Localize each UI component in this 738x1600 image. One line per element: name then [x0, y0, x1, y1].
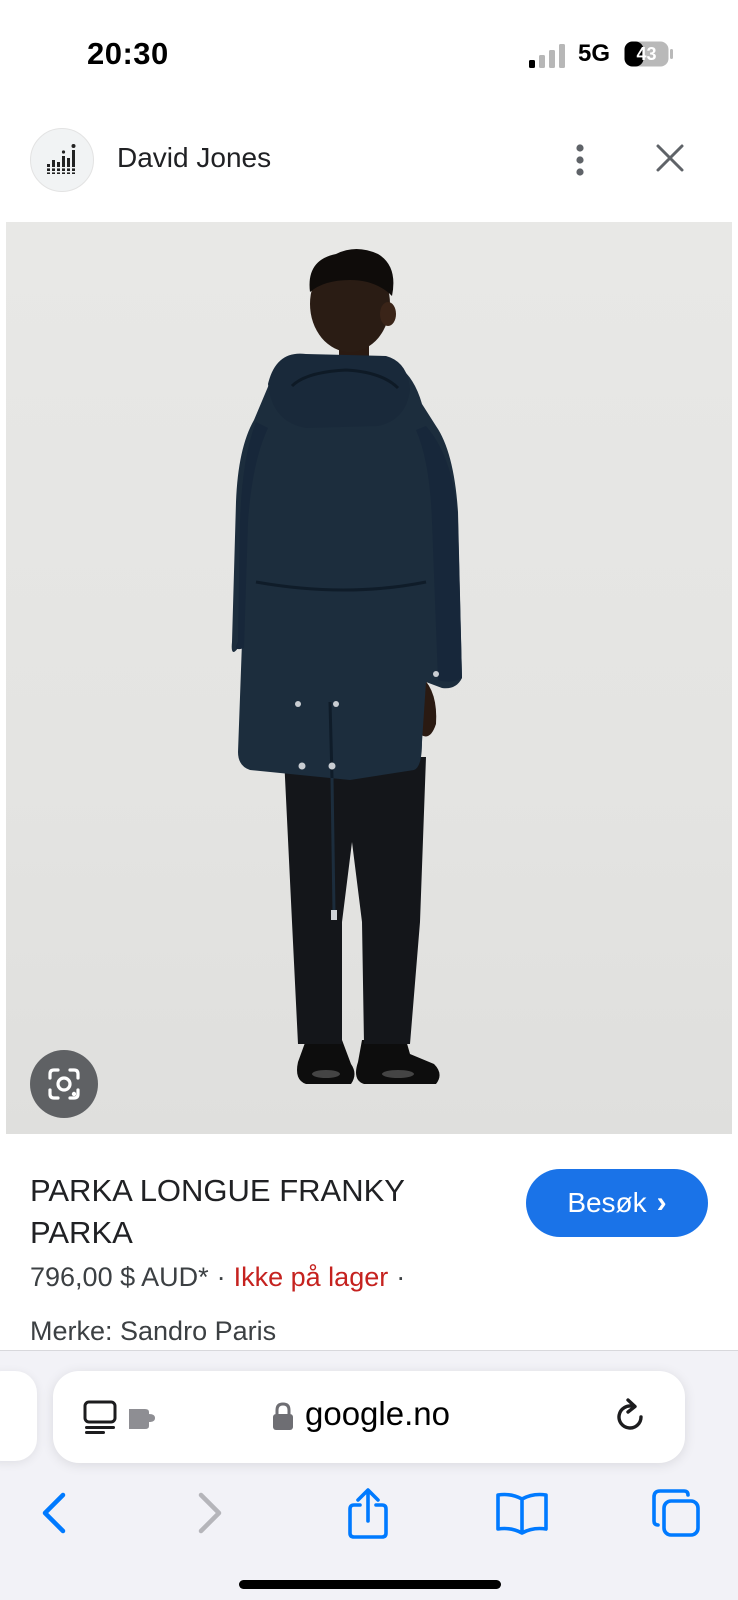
close-button[interactable] [648, 136, 692, 180]
more-options-button[interactable] [560, 132, 600, 188]
share-button[interactable] [336, 1481, 400, 1545]
david-jones-logo-icon [46, 144, 77, 174]
visit-label: Besøk [567, 1187, 647, 1218]
forward-icon [198, 1492, 222, 1534]
extension-icon [129, 1409, 155, 1429]
product-image[interactable] [6, 222, 732, 1134]
status-time: 20:30 [87, 36, 169, 71]
google-lens-button[interactable] [30, 1050, 98, 1118]
forward-button[interactable] [178, 1481, 242, 1545]
separator-dot: · [216, 1262, 226, 1292]
cellular-signal-icon [529, 44, 565, 68]
share-icon [348, 1488, 388, 1539]
site-logo[interactable] [30, 128, 94, 192]
battery-icon: 43 [624, 41, 673, 67]
battery-level: 43 [636, 44, 656, 64]
visit-button[interactable]: Besøk › [526, 1169, 708, 1237]
reload-icon[interactable] [608, 1395, 652, 1439]
status-bar: 20:30 5G 43 [0, 0, 738, 110]
more-vert-icon [576, 144, 584, 176]
site-name: David Jones [117, 142, 272, 173]
image-frame [0, 208, 738, 1148]
reader-mode-icon[interactable] [83, 1399, 163, 1435]
product-title: PARKA LONGUE FRANKY PARKA [30, 1173, 405, 1250]
parka-model-illustration [231, 249, 462, 1084]
back-button[interactable] [22, 1481, 86, 1545]
separator-dot-trailing: · [396, 1262, 406, 1292]
browser-bottom-bar: google.no [0, 1350, 738, 1600]
tabs-button[interactable] [644, 1481, 708, 1545]
browser-toolbar [0, 1481, 738, 1561]
back-icon [42, 1492, 66, 1534]
network-type: 5G [578, 40, 611, 67]
tabs-icon [652, 1489, 700, 1537]
home-indicator[interactable] [239, 1580, 501, 1589]
product-price: 796,00 $ AUD* [30, 1262, 209, 1292]
address-bar[interactable]: google.no [53, 1371, 685, 1463]
url-text[interactable]: google.no [305, 1395, 450, 1433]
brand-line: Merke: Sandro Paris [30, 1316, 277, 1346]
previous-tab-peek[interactable] [0, 1371, 37, 1461]
panel-header: David Jones [0, 110, 738, 210]
bookmarks-icon [496, 1492, 548, 1535]
stock-status: Ikke på lager [233, 1262, 389, 1292]
lock-icon [273, 1402, 293, 1430]
chevron-right-icon: › [656, 1186, 667, 1219]
price-line: 796,00 $ AUD* · Ikke på lager · [30, 1262, 413, 1293]
google-lens-icon [48, 1068, 80, 1100]
close-icon [656, 144, 684, 172]
bookmarks-button[interactable] [490, 1481, 554, 1545]
